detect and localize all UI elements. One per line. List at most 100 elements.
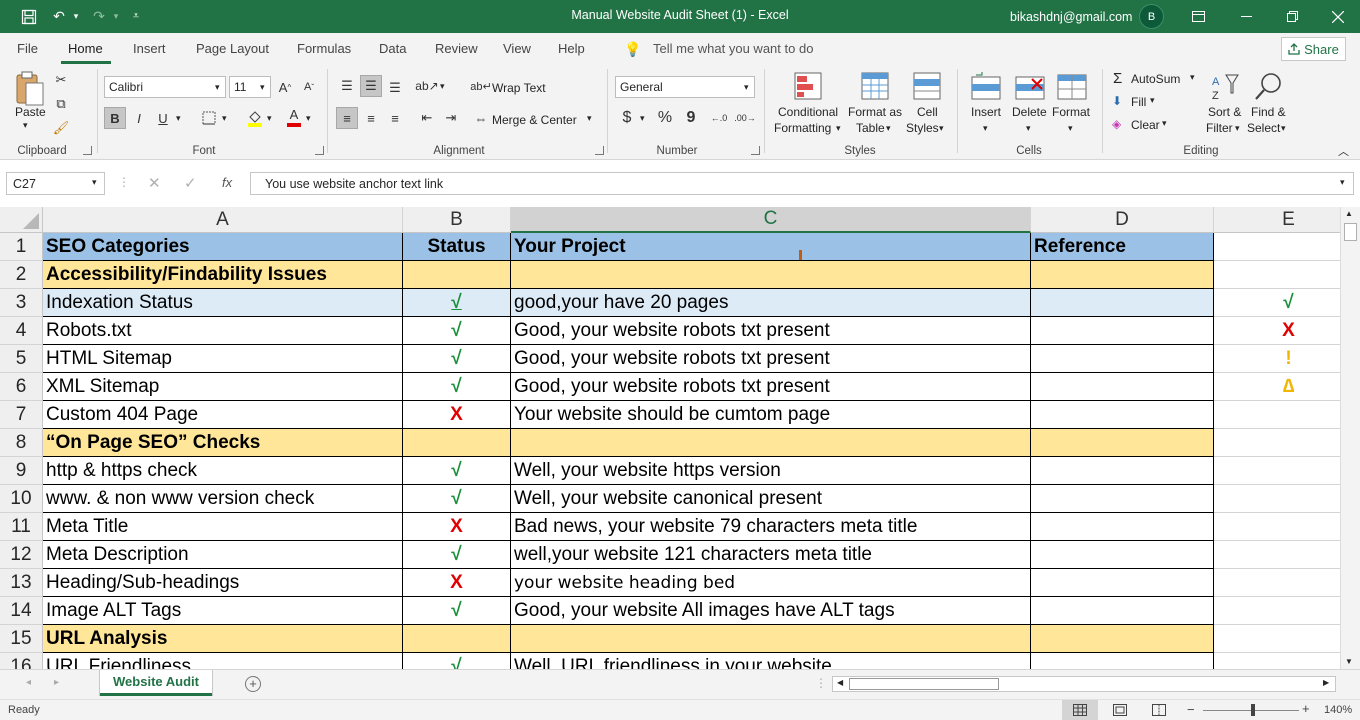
cell-a6[interactable]: XML Sitemap [43,373,403,401]
tab-insert[interactable]: Insert [133,41,166,56]
font-name-select[interactable]: Calibri [104,76,226,98]
insert-cells-dropdown-icon[interactable]: ▾ [983,123,988,134]
cell-c14[interactable]: Good, your website All images have ALT t… [511,597,1031,625]
conditional-formatting-label-1[interactable]: Conditional [778,105,838,119]
format-as-table-dropdown-icon[interactable]: ▾ [886,123,891,134]
cell-e2[interactable] [1214,261,1340,289]
row-header[interactable]: 2 [0,261,43,289]
fill-color-dropdown-icon[interactable]: ▾ [267,113,272,124]
decrease-decimal-icon[interactable]: .00→ [734,107,756,129]
formula-input[interactable]: You use website anchor text link [250,172,1354,195]
zoom-level[interactable]: 140% [1324,704,1352,716]
cell-b11[interactable]: X [403,513,511,541]
row-header[interactable]: 9 [0,457,43,485]
share-button[interactable]: Share [1281,37,1346,61]
cell-c12[interactable]: well,your website 121 characters meta ti… [511,541,1031,569]
cell-c15[interactable] [511,625,1031,653]
account-email[interactable]: bikashdnj@gmail.com [1010,10,1132,24]
row-header[interactable]: 15 [0,625,43,653]
cell-styles-label-2[interactable]: Styles [906,121,939,135]
sort-filter-dropdown-icon[interactable]: ▾ [1235,123,1240,134]
format-painter-icon[interactable]: 🖌 [50,117,72,139]
row-header[interactable]: 13 [0,569,43,597]
fill-color-icon[interactable] [244,107,266,129]
bold-button[interactable]: B [104,107,126,129]
increase-font-icon[interactable]: A ^ [274,76,296,98]
cell-c1[interactable]: Your Project [511,233,1031,261]
decrease-font-icon[interactable]: Aˇ [298,76,320,98]
cell-b6[interactable]: √ [403,373,511,401]
cell-b13[interactable]: X [403,569,511,597]
cell-b1[interactable]: Status [403,233,511,261]
align-top-icon[interactable]: ☰ [336,75,358,97]
row-header[interactable]: 7 [0,401,43,429]
cell-a1[interactable]: SEO Categories [43,233,403,261]
cell-d7[interactable] [1031,401,1214,429]
column-header-a[interactable]: A [43,207,403,233]
tab-split-grip-icon[interactable]: ⋮ [815,676,827,690]
cell-c10[interactable]: Well, your website canonical present [511,485,1031,513]
cell-c13[interactable]: your website heading bed [511,569,1031,597]
row-header[interactable]: 8 [0,429,43,457]
cell-d3[interactable] [1031,289,1214,317]
tab-home[interactable]: Home [68,41,103,56]
tab-formulas[interactable]: Formulas [297,41,351,56]
cell-a7[interactable]: Custom 404 Page [43,401,403,429]
cell-e5[interactable]: ! [1214,345,1340,373]
cell-e1[interactable] [1214,233,1340,261]
merge-center-button[interactable]: Merge & Center [492,113,577,127]
currency-dropdown-icon[interactable]: ▾ [640,113,645,124]
conditional-formatting-label-2[interactable]: Formatting [774,121,831,135]
cell-c3[interactable]: good,your have 20 pages [511,289,1031,317]
vertical-scrollbar[interactable]: ▲ ▼ [1340,207,1360,669]
horizontal-scroll-thumb[interactable] [849,678,999,690]
sort-filter-label-2[interactable]: Filter [1206,121,1233,135]
cut-icon[interactable]: ✂ [50,69,72,91]
row-header[interactable]: 10 [0,485,43,513]
find-select-dropdown-icon[interactable]: ▾ [1281,123,1286,134]
cell-a5[interactable]: HTML Sitemap [43,345,403,373]
cell-d16[interactable] [1031,653,1214,669]
row-header[interactable]: 1 [0,233,43,261]
orientation-icon[interactable]: ab↗ [415,75,438,97]
cell-a11[interactable]: Meta Title [43,513,403,541]
cell-a9[interactable]: http & https check [43,457,403,485]
cell-a12[interactable]: Meta Description [43,541,403,569]
cell-b15[interactable] [403,625,511,653]
row-header[interactable]: 12 [0,541,43,569]
paste-icon[interactable] [14,71,46,109]
find-select-label-1[interactable]: Find & [1251,105,1286,119]
sheet-tab-website-audit[interactable]: Website Audit [100,670,212,696]
fill-button[interactable]: Fill [1131,95,1146,109]
cell-d13[interactable] [1031,569,1214,597]
cell-e6[interactable]: ∆ [1214,373,1340,401]
format-as-table-label-1[interactable]: Format as [848,105,902,119]
cell-a10[interactable]: www. & non www version check [43,485,403,513]
cell-c9[interactable]: Well, your website https version [511,457,1031,485]
alignment-launcher-icon[interactable] [595,146,604,155]
number-format-dropdown-icon[interactable]: ▾ [744,82,749,93]
cell-d6[interactable] [1031,373,1214,401]
cell-b16[interactable]: √ [403,653,511,669]
row-header[interactable]: 6 [0,373,43,401]
clipboard-launcher-icon[interactable] [83,146,92,155]
copy-icon[interactable]: ⧉ [50,93,72,115]
cell-b7[interactable]: X [403,401,511,429]
font-color-dropdown-icon[interactable]: ▾ [306,113,311,124]
cell-d1[interactable]: Reference [1031,233,1214,261]
select-all-button[interactable] [0,207,43,233]
cell-c6[interactable]: Good, your website robots txt present [511,373,1031,401]
cancel-icon[interactable]: ✕ [148,174,161,192]
number-launcher-icon[interactable] [751,146,760,155]
font-color-icon[interactable]: A [283,107,305,129]
italic-button[interactable]: I [128,107,150,129]
align-right-icon[interactable]: ≡ [384,107,406,129]
clear-button[interactable]: Clear [1131,118,1160,132]
tab-review[interactable]: Review [435,41,478,56]
cell-a3[interactable]: Indexation Status [43,289,403,317]
cell-c5[interactable]: Good, your website robots txt present [511,345,1031,373]
name-box[interactable]: C27 [6,172,105,195]
sort-filter-label-1[interactable]: Sort & [1208,105,1241,119]
font-size-dropdown-icon[interactable]: ▾ [260,82,265,93]
add-sheet-icon[interactable]: + [245,676,261,692]
